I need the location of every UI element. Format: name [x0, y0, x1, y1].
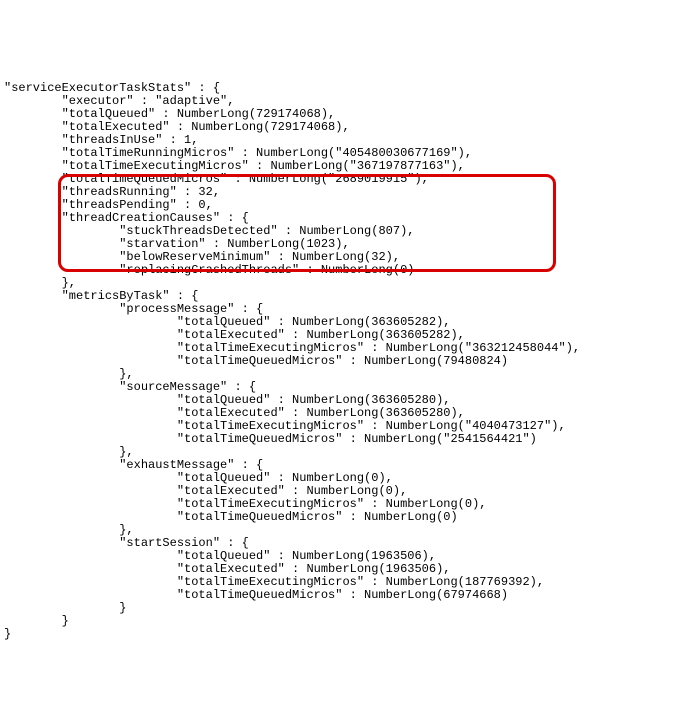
code-line: }: [4, 615, 680, 628]
code-line: "totalTimeQueuedMicros" : NumberLong(679…: [4, 589, 680, 602]
code-line: }: [4, 602, 680, 615]
code-line: "totalTimeExecutingMicros" : NumberLong(…: [4, 576, 680, 589]
code-line: }: [4, 628, 680, 641]
code-block: "serviceExecutorTaskStats" : { "executor…: [4, 56, 680, 641]
code-line: "replacingCrashedThreads" : NumberLong(0…: [4, 264, 680, 277]
